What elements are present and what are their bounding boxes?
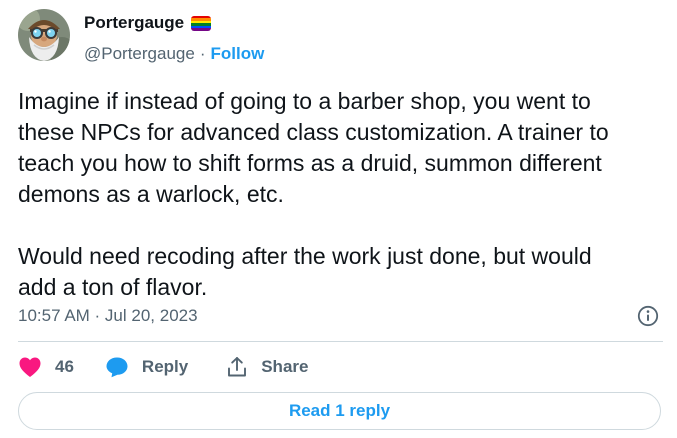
handle-row: @Portergauge · Follow (84, 43, 657, 65)
user-handle[interactable]: @Portergauge (84, 44, 195, 64)
tweet-text: Imagine if instead of going to a barber … (18, 88, 609, 300)
avatar[interactable] (18, 9, 70, 61)
name-row: Portergauge (84, 12, 657, 34)
tweet-card: Portergauge @Portergauge · Follow Imagin… (0, 0, 677, 438)
share-upload-icon (228, 357, 247, 377)
divider (18, 341, 663, 342)
like-button[interactable]: 46 (18, 356, 74, 378)
heart-icon (19, 357, 41, 377)
share-label: Share (261, 357, 309, 376)
like-count: 46 (55, 357, 74, 376)
bearded-gnome-avatar-icon (18, 9, 70, 61)
read-replies-button[interactable]: Read 1 reply (18, 392, 661, 430)
author-block: Portergauge @Portergauge · Follow (84, 12, 657, 65)
separator-dot: · (199, 44, 206, 63)
tweet-timestamp[interactable]: 10:57 AM · Jul 20, 2023 (18, 306, 198, 326)
rainbow-flag-icon (191, 15, 212, 31)
info-icon[interactable] (637, 305, 659, 327)
share-button[interactable]: Share (226, 356, 308, 378)
display-name[interactable]: Portergauge (84, 13, 184, 33)
follow-button[interactable]: Follow (211, 44, 265, 64)
action-bar: 46 Reply Share (18, 353, 308, 381)
reply-label: Reply (141, 357, 189, 376)
reply-button[interactable]: Reply (105, 356, 188, 378)
speech-bubble-icon (106, 357, 128, 378)
